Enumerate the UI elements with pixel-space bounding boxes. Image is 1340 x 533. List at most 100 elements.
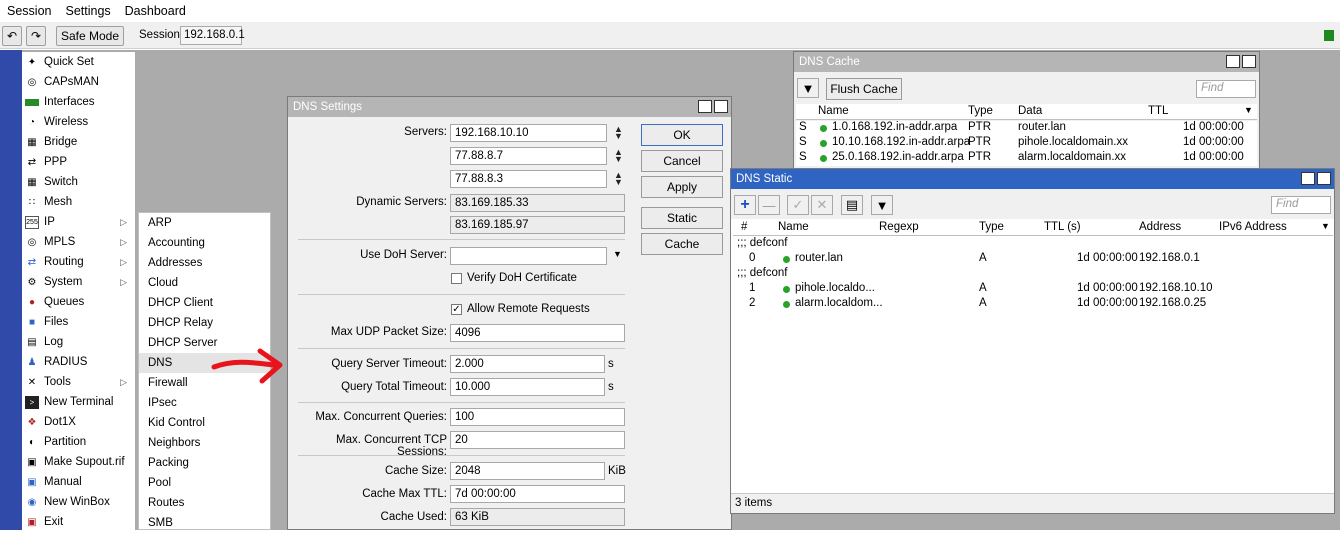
submenu-item-arp[interactable]: ARP [139, 213, 270, 233]
sidebar-item-new-winbox[interactable]: ◉ New WinBox [22, 492, 135, 512]
column-menu-icon[interactable]: ▼ [1321, 221, 1330, 231]
sidebar-item-queues[interactable]: ● Queues [22, 292, 135, 312]
column-header-type[interactable]: Type [979, 221, 1004, 233]
add-button[interactable]: + [734, 195, 756, 215]
undo-button[interactable]: ↶ [2, 26, 22, 46]
doh-server-field[interactable] [450, 247, 607, 265]
menu-dashboard[interactable]: Dashboard [118, 4, 193, 18]
max-concurrent-queries-field[interactable]: 100 [450, 408, 625, 426]
filter-button[interactable]: ▼ [797, 78, 819, 98]
column-header-name[interactable]: Name [818, 105, 849, 117]
table-row[interactable]: 0 router.lan A 1d 00:00:00 192.168.0.1 [733, 252, 1333, 267]
cancel-button[interactable]: Cancel [641, 150, 723, 172]
sidebar-item-routing[interactable]: ⇄ Routing ▷ [22, 252, 135, 272]
sidebar-item-ppp[interactable]: ⇄ PPP [22, 152, 135, 172]
sidebar-item-mpls[interactable]: ◎ MPLS ▷ [22, 232, 135, 252]
submenu-item-routes[interactable]: Routes [139, 493, 270, 513]
column-header-regexp[interactable]: Regexp [879, 221, 919, 233]
submenu-item-pool[interactable]: Pool [139, 473, 270, 493]
dropdown-arrow-icon[interactable]: ▼ [613, 249, 622, 259]
table-row[interactable]: 2 alarm.localdom... A 1d 00:00:00 192.16… [733, 297, 1333, 312]
submenu-item-dhcp-client[interactable]: DHCP Client [139, 293, 270, 313]
maximize-button[interactable]: □ [1301, 172, 1315, 185]
submenu-item-cloud[interactable]: Cloud [139, 273, 270, 293]
max-udp-field[interactable]: 4096 [450, 324, 625, 342]
comment-button[interactable]: ▤ [841, 195, 863, 215]
server-field-2[interactable]: 77.88.8.7 [450, 147, 607, 165]
submenu-item-neighbors[interactable]: Neighbors [139, 433, 270, 453]
window-titlebar[interactable]: DNS Cache □ ✕ [794, 52, 1259, 72]
menu-session[interactable]: Session [0, 4, 58, 18]
sidebar-item-tools[interactable]: ✕ Tools ▷ [22, 372, 135, 392]
static-button[interactable]: Static [641, 207, 723, 229]
sidebar-item-mesh[interactable]: ∷ Mesh [22, 192, 135, 212]
server-field-3[interactable]: 77.88.8.3 [450, 170, 607, 188]
cache-size-field[interactable]: 2048 [450, 462, 605, 480]
sidebar-item-make-supout[interactable]: ▣ Make Supout.rif [22, 452, 135, 472]
close-button[interactable]: ✕ [1242, 55, 1256, 68]
sidebar-item-wireless[interactable]: ◔ Wireless [22, 112, 135, 132]
table-row[interactable]: 1 pihole.localdo... A 1d 00:00:00 192.16… [733, 282, 1333, 297]
table-row[interactable]: S 10.10.168.192.in-addr.arpa PTR pihole.… [796, 136, 1257, 151]
ok-button[interactable]: OK [641, 124, 723, 146]
sidebar-item-dot1x[interactable]: ❖ Dot1X [22, 412, 135, 432]
submenu-item-ipsec[interactable]: IPsec [139, 393, 270, 413]
sidebar-item-bridge[interactable]: ▦ Bridge [22, 132, 135, 152]
submenu-item-kid-control[interactable]: Kid Control [139, 413, 270, 433]
submenu-item-packing[interactable]: Packing [139, 453, 270, 473]
column-menu-icon[interactable]: ▼ [1244, 105, 1253, 115]
redo-button[interactable]: ↷ [26, 26, 46, 46]
table-row[interactable]: S 25.0.168.192.in-addr.arpa PTR alarm.lo… [796, 151, 1257, 166]
submenu-item-dhcp-relay[interactable]: DHCP Relay [139, 313, 270, 333]
column-header-number[interactable]: # [741, 221, 747, 233]
checkbox-checked[interactable]: ✓ [451, 303, 462, 315]
submenu-item-accounting[interactable]: Accounting [139, 233, 270, 253]
submenu-item-smb[interactable]: SMB [139, 513, 270, 533]
checkbox-box[interactable] [451, 272, 462, 284]
reorder-arrows-icon[interactable]: ▲ ▼ [614, 171, 623, 187]
window-titlebar[interactable]: DNS Settings □ ✕ [288, 97, 731, 117]
cache-button[interactable]: Cache [641, 233, 723, 255]
server-field-1[interactable]: 192.168.10.10 [450, 124, 607, 142]
column-header-ipv6[interactable]: IPv6 Address [1219, 221, 1287, 233]
verify-doh-checkbox[interactable]: Verify DoH Certificate [451, 272, 577, 284]
table-row[interactable]: S 1.0.168.192.in-addr.arpa PTR router.la… [796, 121, 1257, 136]
window-titlebar[interactable]: DNS Static □ ✕ [731, 169, 1334, 189]
maximize-button[interactable]: □ [1226, 55, 1240, 68]
column-header-type[interactable]: Type [968, 105, 993, 117]
menu-settings[interactable]: Settings [58, 4, 117, 18]
sidebar-item-new-terminal[interactable]: > New Terminal [22, 392, 135, 412]
safe-mode-button[interactable]: Safe Mode [56, 26, 124, 46]
column-header-address[interactable]: Address [1139, 221, 1181, 233]
query-server-timeout-field[interactable]: 2.000 [450, 355, 605, 373]
column-header-ttl[interactable]: TTL (s) [1044, 221, 1081, 233]
sidebar-item-capsman[interactable]: ◎ CAPsMAN [22, 72, 135, 92]
enable-button[interactable]: ✓ [787, 195, 809, 215]
column-header-data[interactable]: Data [1018, 105, 1042, 117]
query-total-timeout-field[interactable]: 10.000 [450, 378, 605, 396]
remove-button[interactable]: — [758, 195, 780, 215]
filter-button[interactable]: ▼ [871, 195, 893, 215]
close-button[interactable]: ✕ [1317, 172, 1331, 185]
sidebar-item-ip[interactable]: 255 IP ▷ [22, 212, 135, 232]
sidebar-item-radius[interactable]: ♟ RADIUS [22, 352, 135, 372]
sidebar-item-interfaces[interactable]: Interfaces [22, 92, 135, 112]
sidebar-item-files[interactable]: ■ Files [22, 312, 135, 332]
column-header-ttl[interactable]: TTL [1148, 105, 1168, 117]
flush-cache-button[interactable]: Flush Cache [826, 78, 902, 100]
session-field[interactable]: 192.168.0.1 [180, 26, 245, 45]
disable-button[interactable]: ✕ [811, 195, 833, 215]
sidebar-item-manual[interactable]: ▣ Manual [22, 472, 135, 492]
close-button[interactable]: ✕ [714, 100, 728, 113]
reorder-arrows-icon[interactable]: ▲ ▼ [614, 148, 623, 164]
find-field[interactable]: Find [1196, 80, 1256, 98]
max-concurrent-tcp-field[interactable]: 20 [450, 431, 625, 449]
apply-button[interactable]: Apply [641, 176, 723, 198]
submenu-item-addresses[interactable]: Addresses [139, 253, 270, 273]
sidebar-item-switch[interactable]: ▦ Switch [22, 172, 135, 192]
sidebar-item-partition[interactable]: ◐ Partition [22, 432, 135, 452]
reorder-arrows-icon[interactable]: ▲ ▼ [614, 125, 623, 141]
sidebar-item-log[interactable]: ▤ Log [22, 332, 135, 352]
sidebar-item-system[interactable]: ⚙ System ▷ [22, 272, 135, 292]
sidebar-item-quick-set[interactable]: ✦ Quick Set [22, 52, 135, 72]
